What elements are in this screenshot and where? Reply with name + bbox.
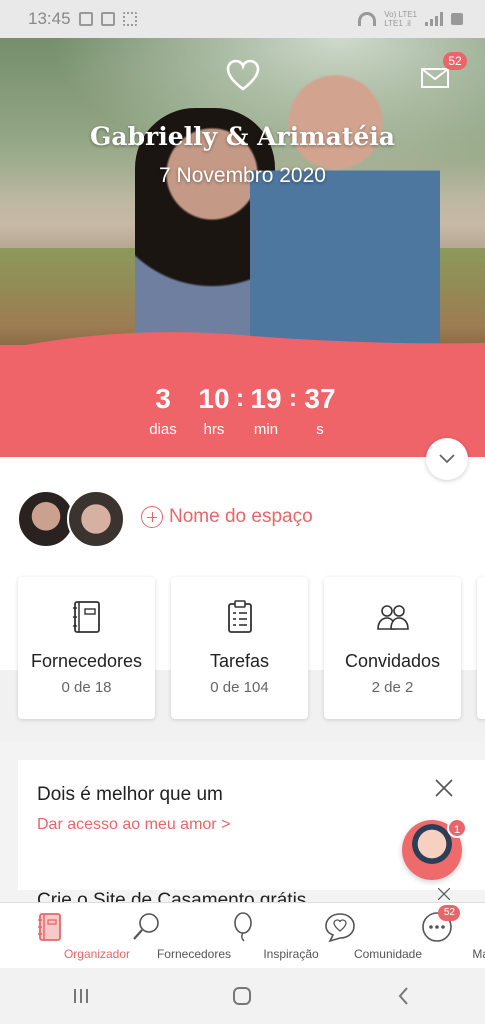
nav-more[interactable]: 52 Mais [388, 903, 485, 968]
nav-label: Mais [472, 947, 485, 961]
notebook-icon [72, 601, 100, 633]
battery-icon [451, 13, 463, 25]
card-count: 0 de 104 [210, 679, 269, 696]
card-title: Convidados [344, 651, 441, 671]
chevron-down-icon [439, 454, 455, 464]
card-title: Fornecedores [30, 651, 143, 671]
countdown-seconds: 37 s [290, 383, 350, 438]
nav-suppliers[interactable]: Fornecedores [97, 903, 231, 968]
countdown: 3 dias 10 hrs : 19 min : 37 s [0, 345, 485, 457]
clipboard-icon [227, 600, 252, 633]
wifi-icon [358, 12, 377, 26]
seconds-value: 37 [304, 383, 336, 414]
card-count: 0 de 18 [61, 679, 112, 696]
chat-heart-icon [324, 913, 355, 943]
nav-inspiration[interactable]: Inspiração [194, 903, 319, 968]
tip-title: Dois é melhor que um [37, 784, 223, 805]
nav-more-badge: 52 [438, 905, 461, 921]
organizer-icon [37, 913, 61, 941]
assistant-badge: 1 [447, 818, 467, 838]
heart-icon[interactable] [225, 58, 261, 94]
avatar-groom[interactable] [67, 490, 125, 548]
chevron-right-icon: > [221, 816, 231, 833]
hours-label: hrs [203, 421, 225, 438]
close-icon[interactable] [433, 777, 455, 799]
minutes-value: 19 [250, 383, 282, 414]
card-tasks[interactable]: Tarefas 0 de 104 [171, 577, 308, 719]
message-notification-icon [100, 12, 115, 26]
network-line-1: Vo) LTE1 [384, 10, 417, 19]
close-icon[interactable] [433, 886, 455, 902]
plus-circle-icon [141, 506, 163, 528]
recent-apps-icon[interactable] [70, 985, 92, 1007]
nav-community[interactable]: Comunidade [291, 903, 422, 968]
wedding-date: 7 Novembro 2020 [159, 164, 326, 187]
bottom-nav: Organizador Fornecedores Inspiração Comu… [0, 902, 485, 968]
guests-icon [376, 605, 409, 630]
balloon-icon [233, 912, 252, 942]
network-line-2: LTE1 .il [384, 19, 411, 28]
signal-icon [425, 12, 443, 26]
status-bar: 13:45 Vo) LTE1 LTE1 .il [0, 0, 485, 38]
mail-icon[interactable] [421, 68, 449, 88]
add-space-label: Nome do espaço [169, 506, 313, 527]
magnifier-icon [132, 913, 159, 940]
gallery-notification-icon [78, 12, 93, 26]
couple-names: Gabrielly & Arimatéia [90, 122, 395, 151]
expand-button[interactable] [426, 438, 468, 480]
card-title: Tarefas [209, 651, 270, 671]
countdown-minutes: 19 min [236, 383, 296, 438]
hours-value: 10 [198, 383, 230, 414]
seconds-label: s [316, 421, 324, 438]
card-suppliers[interactable]: Fornecedores 0 de 18 [18, 577, 155, 719]
home-icon[interactable] [231, 985, 253, 1007]
network-label: Vo) LTE1 LTE1 .il [384, 10, 417, 28]
grid-notification-icon [122, 12, 137, 26]
nav-organizer[interactable]: Organizador [0, 903, 130, 968]
mail-badge: 52 [443, 52, 467, 70]
add-space-name-button[interactable]: Nome do espaço [141, 506, 313, 528]
card-next-peek[interactable] [477, 577, 485, 719]
back-icon[interactable] [393, 985, 415, 1007]
countdown-hours: 10 hrs [184, 383, 244, 438]
tip-link[interactable]: Dar acesso ao meu amor > [37, 816, 230, 834]
minutes-label: min [253, 421, 279, 438]
tip-link-label: Dar acesso ao meu amor [37, 816, 217, 833]
countdown-row: 3 dias 10 hrs : 19 min : 37 s [0, 383, 485, 443]
system-nav-bar [0, 968, 485, 1024]
card-guests[interactable]: Convidados 2 de 2 [324, 577, 461, 719]
status-time: 13:45 [28, 9, 71, 28]
card-count: 2 de 2 [371, 679, 414, 696]
